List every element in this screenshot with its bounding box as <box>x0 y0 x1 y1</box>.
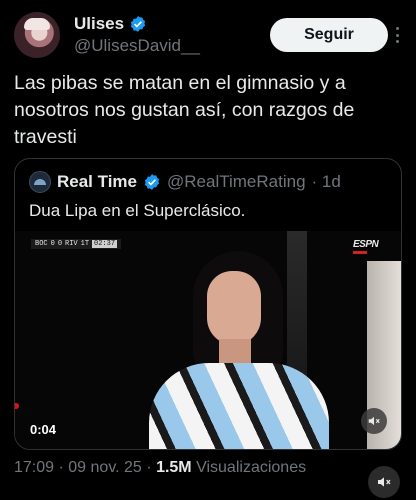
tweet-meta: 17:09 · 09 nov. 25 · 1.5M Visualizacione… <box>14 459 306 477</box>
scorebug-home: BOC <box>35 240 48 248</box>
quoted-header: Real Time @RealTimeRating · 1d <box>29 171 341 193</box>
quoted-handle: @RealTimeRating <box>167 172 306 191</box>
quoted-age: · 1d <box>311 172 341 191</box>
tweet-header: Ulises @UlisesDavid__ Seguir <box>14 12 404 60</box>
channel-name: ESPN <box>353 239 379 250</box>
author-avatar[interactable] <box>14 12 60 58</box>
follow-button[interactable]: Seguir <box>270 18 388 52</box>
views-count: 1.5M <box>156 459 192 476</box>
video-player[interactable]: BOC 0 0 RIV 1T 02:37 ESPN 0:04 <box>15 231 401 449</box>
tweet-text: Las pibas se matan en el gimnasio y a no… <box>14 72 355 148</box>
scorebug-clock: 02:37 <box>92 240 118 248</box>
quoted-avatar <box>29 171 51 193</box>
views-label: Visualizaciones <box>196 459 307 476</box>
quoted-text: Dua Lipa en el Superclásico. <box>29 201 246 220</box>
video-duration: 0:04 <box>30 422 57 437</box>
speaker-muted-icon[interactable] <box>368 466 400 498</box>
tweet-date[interactable]: 09 nov. 25 <box>68 459 142 476</box>
video-edge-marker <box>15 403 19 409</box>
author-display-name[interactable]: Ulises <box>74 14 124 34</box>
quoted-display-name: Real Time <box>57 172 138 191</box>
channel-logo: ESPN <box>353 239 379 254</box>
video-scorebug: BOC 0 0 RIV 1T 02:37 <box>31 239 122 249</box>
verified-badge-icon <box>130 16 146 32</box>
scorebug-home-score: 0 <box>50 240 55 248</box>
speaker-muted-icon[interactable] <box>361 408 387 434</box>
scorebug-away: RIV <box>65 240 78 248</box>
author-name-row: Ulises <box>74 14 147 34</box>
tweet-time[interactable]: 17:09 <box>14 459 54 476</box>
more-vertical-icon[interactable] <box>390 24 404 46</box>
meta-separator: · <box>146 459 157 476</box>
scorebug-period: 1T <box>80 240 90 248</box>
verified-badge-icon <box>144 174 160 190</box>
meta-separator: · <box>58 459 69 476</box>
scorebug-away-score: 0 <box>57 240 63 248</box>
quoted-tweet[interactable]: Real Time @RealTimeRating · 1d Dua Lipa … <box>14 158 402 450</box>
author-handle[interactable]: @UlisesDavid__ <box>74 36 200 56</box>
video-subject <box>149 251 329 449</box>
